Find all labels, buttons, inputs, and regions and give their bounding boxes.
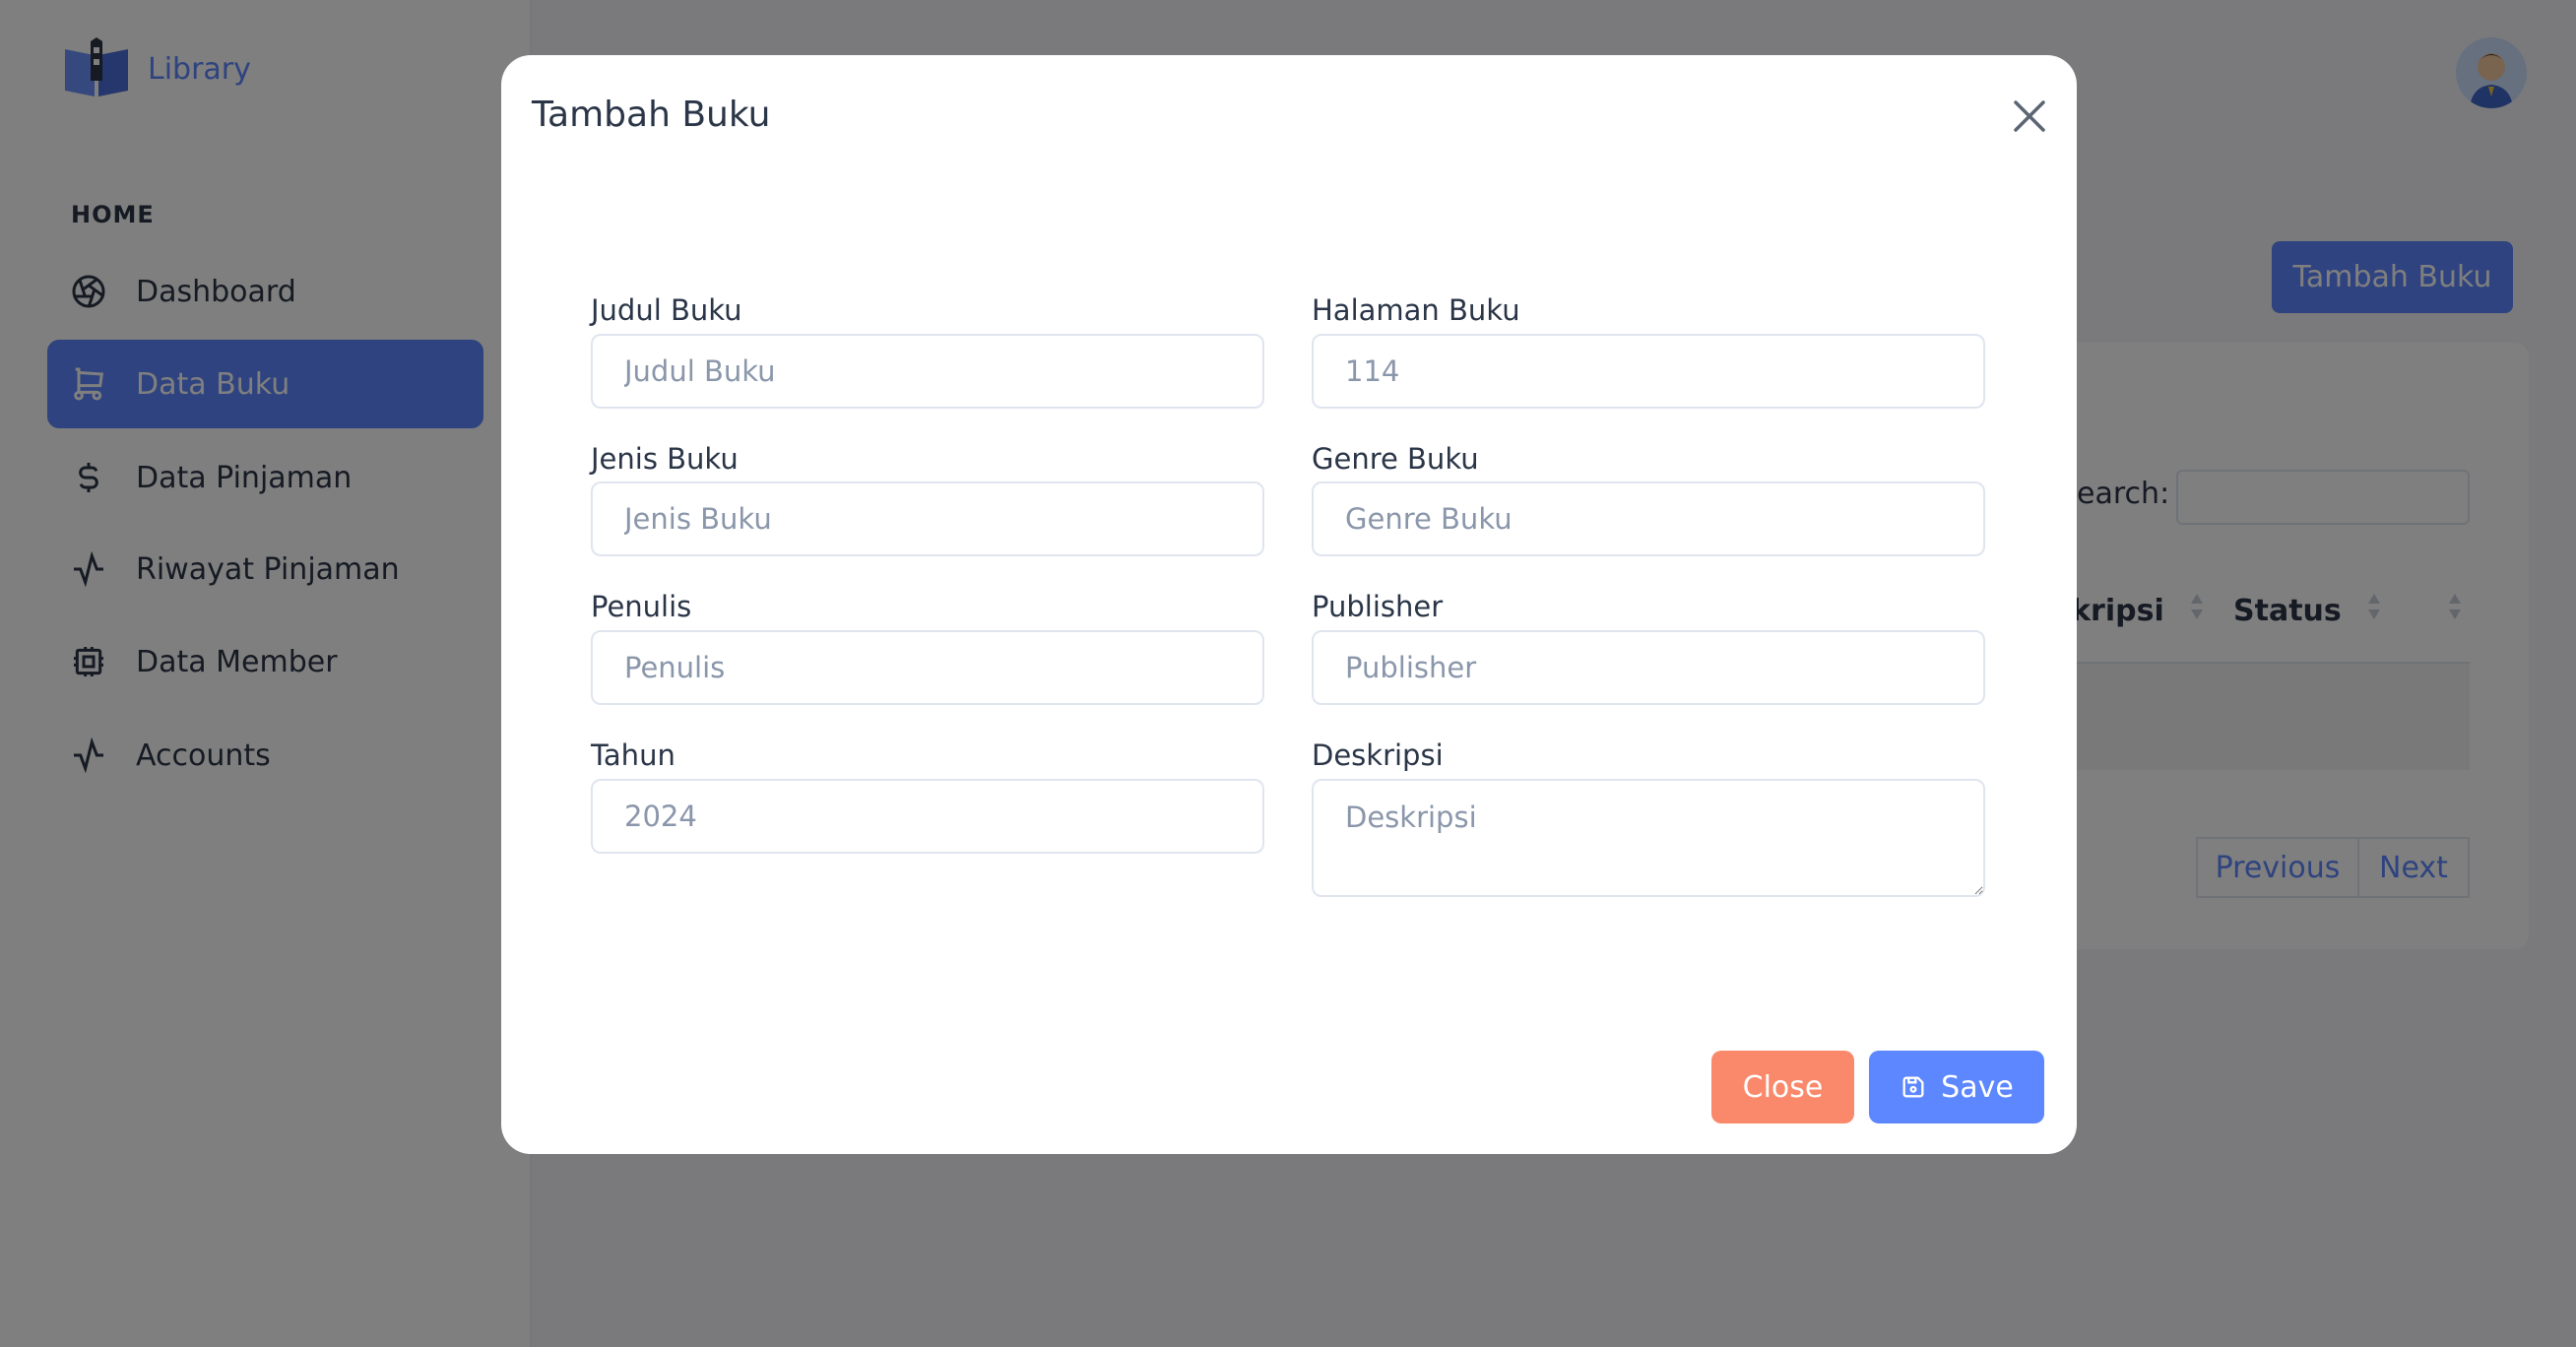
- modal-title: Tambah Buku: [532, 95, 771, 135]
- save-icon: [1902, 1076, 1924, 1098]
- deskripsi-textarea[interactable]: [1312, 779, 1985, 897]
- judul-buku-input[interactable]: [591, 334, 1264, 409]
- tahun-input[interactable]: [591, 779, 1264, 854]
- judul-buku-label: Judul Buku: [591, 293, 742, 327]
- save-button[interactable]: Save: [1869, 1051, 2044, 1123]
- publisher-input[interactable]: [1312, 630, 1985, 705]
- halaman-buku-input[interactable]: [1312, 334, 1985, 409]
- genre-buku-label: Genre Buku: [1312, 442, 1479, 476]
- jenis-buku-label: Jenis Buku: [591, 442, 739, 476]
- deskripsi-label: Deskripsi: [1312, 738, 1444, 772]
- close-icon[interactable]: [2008, 95, 2051, 138]
- tahun-label: Tahun: [591, 738, 676, 772]
- genre-buku-input[interactable]: [1312, 481, 1985, 556]
- penulis-input[interactable]: [591, 630, 1264, 705]
- add-book-modal: Tambah Buku Judul Buku Halaman Buku Jeni…: [501, 55, 2077, 1154]
- jenis-buku-input[interactable]: [591, 481, 1264, 556]
- halaman-buku-label: Halaman Buku: [1312, 293, 1520, 327]
- close-button[interactable]: Close: [1711, 1051, 1854, 1123]
- publisher-label: Publisher: [1312, 590, 1444, 623]
- save-button-label: Save: [1941, 1069, 2014, 1105]
- penulis-label: Penulis: [591, 590, 692, 623]
